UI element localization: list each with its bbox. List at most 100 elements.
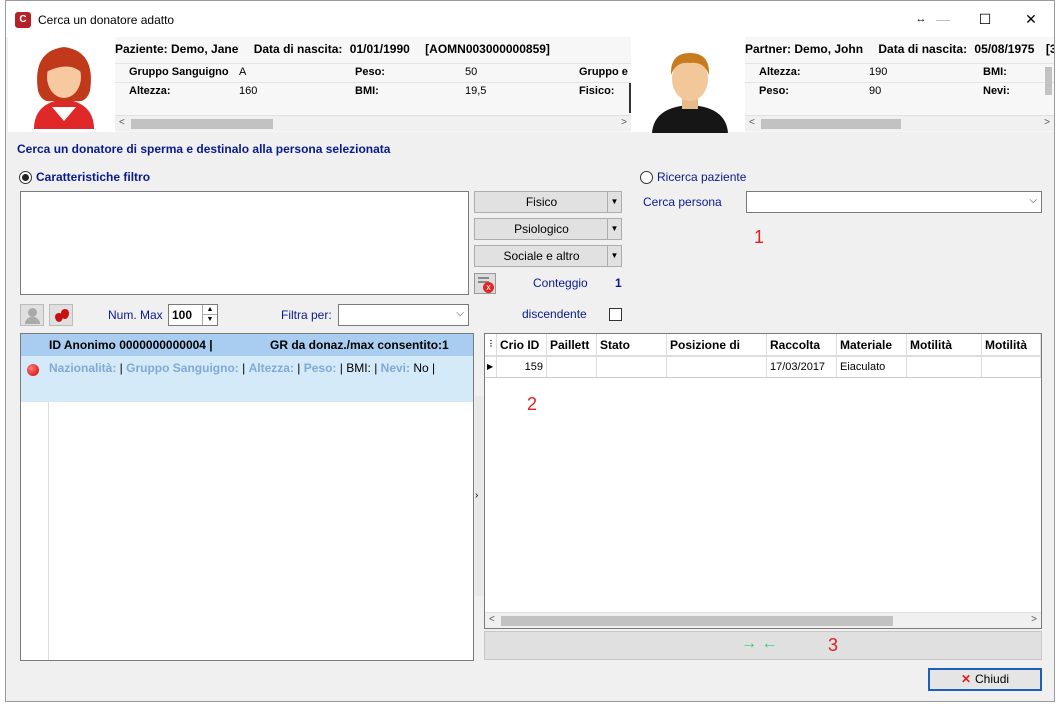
patient-value: 160 <box>239 85 258 97</box>
table-row[interactable]: ▶ 159 17/03/2017 Eiaculato <box>485 356 1041 378</box>
scroll-left-icon[interactable]: < <box>489 614 495 625</box>
donor-row-header[interactable]: ID Anonimo 0000000000004 | GR da donaz./… <box>21 334 473 356</box>
column-header[interactable]: Motilità <box>907 334 982 356</box>
filtra-per-label: Filtra per: <box>281 308 332 322</box>
marker-1: 1 <box>754 227 765 247</box>
stepper-down-icon[interactable]: ▼ <box>202 315 217 325</box>
chevron-down-icon[interactable]: ⌵ <box>1029 195 1037 206</box>
samples-hscrollbar[interactable]: < > <box>485 612 1041 628</box>
num-max-value[interactable]: 100 <box>172 308 192 322</box>
table-cell[interactable] <box>547 356 597 377</box>
column-header[interactable]: Paillett <box>547 334 597 356</box>
scroll-left-icon[interactable]: < <box>119 117 125 128</box>
column-header[interactable]: Stato <box>597 334 667 356</box>
dropdown-arrow-icon[interactable]: ▼ <box>607 219 621 239</box>
column-chooser-icon[interactable]: ⋮ <box>485 334 497 356</box>
scroll-right-icon[interactable]: > <box>1044 117 1050 128</box>
patient-vscroll-thumb[interactable] <box>629 83 631 113</box>
splitter-arrow-icon[interactable]: › <box>475 490 478 501</box>
num-max-stepper[interactable]: 100 ▲ ▼ <box>168 304 218 326</box>
cerca-persona-combo[interactable]: ⌵ <box>746 191 1042 213</box>
dropdown-arrow-icon[interactable]: ▼ <box>607 246 621 266</box>
transfer-arrows-icon[interactable]: → ← <box>741 635 777 653</box>
search-patient-radio[interactable] <box>640 171 653 184</box>
patient-dob: 01/01/1990 <box>349 42 410 56</box>
fisico-label: Fisico <box>525 195 558 209</box>
male-avatar-icon <box>652 53 728 133</box>
partner-dob-label: Data di nascita: <box>878 42 968 56</box>
samples-grid: ⋮ Crio ID Paillett Stato Posizione di Ra… <box>484 333 1042 629</box>
table-cell[interactable]: 17/03/2017 <box>767 356 837 377</box>
filter-radio[interactable] <box>19 171 32 184</box>
donor-row-gutter <box>21 402 49 660</box>
conteggio-label: Conteggio <box>533 276 588 290</box>
marker-2: 2 <box>527 394 538 414</box>
psiologico-dropdown[interactable]: Psiologico ▼ <box>474 218 622 240</box>
sociale-label: Sociale e altro <box>503 249 580 263</box>
scroll-thumb[interactable] <box>131 119 273 129</box>
partner-code: [3 <box>1045 42 1054 56</box>
partner-vscroll-thumb[interactable] <box>1045 67 1052 95</box>
minimize-button[interactable]: — <box>928 9 958 29</box>
app-icon: C <box>15 12 31 28</box>
column-header[interactable]: Posizione di <box>667 334 767 356</box>
maximize-button[interactable]: ☐ <box>970 9 1000 29</box>
patient-key: Gruppo Sanguigno <box>129 66 229 78</box>
scroll-left-icon[interactable]: < <box>749 117 755 128</box>
column-header[interactable]: Motilità <box>982 334 1041 356</box>
scroll-thumb[interactable] <box>761 119 901 129</box>
table-cell[interactable]: Eiaculato <box>837 356 907 377</box>
person-icon[interactable] <box>20 304 44 326</box>
patient-value: 50 <box>465 66 478 78</box>
filter-radio-label[interactable]: Caratteristiche filtro <box>36 170 150 184</box>
female-avatar-icon <box>34 47 94 129</box>
donor-row-detail[interactable]: Nazionalità: | Gruppo Sanguigno: | Altez… <box>21 356 473 402</box>
fisico-dropdown[interactable]: Fisico ▼ <box>474 191 622 213</box>
title-bar: C Cerca un donatore adatto ↔ — ☐ ✕ <box>6 1 1054 37</box>
table-cell[interactable] <box>982 356 1041 377</box>
partner-hscrollbar[interactable]: < > <box>745 115 1054 131</box>
table-cell[interactable] <box>907 356 982 377</box>
transfer-bar[interactable]: → ← 3 <box>484 631 1042 660</box>
conteggio-value: 1 <box>615 276 622 290</box>
chevron-down-icon[interactable]: ⌵ <box>456 308 464 319</box>
table-cell[interactable]: 159 <box>497 356 547 377</box>
partner-row-2: Peso: 90 Nevi: <box>745 82 1054 101</box>
partner-value: 190 <box>869 66 888 78</box>
row-selector-icon[interactable]: ▶ <box>485 356 497 377</box>
scroll-right-icon[interactable]: > <box>621 117 627 128</box>
partner-name: Partner: Demo, John <box>745 42 864 56</box>
partner-key: Nevi: <box>983 85 1010 97</box>
donor-list: ID Anonimo 0000000000004 | GR da donaz./… <box>20 333 474 661</box>
column-header[interactable]: Materiale <box>837 334 907 356</box>
filter-textarea[interactable] <box>20 191 469 295</box>
sociale-dropdown[interactable]: Sociale e altro ▼ <box>474 245 622 267</box>
stepper-up-icon[interactable]: ▲ <box>202 305 217 315</box>
column-header[interactable]: Raccolta <box>767 334 837 356</box>
status-indicator-icon <box>27 364 39 376</box>
table-cell[interactable] <box>597 356 667 377</box>
patient-row-2: Altezza: 160 BMI: 19,5 Fisico: <box>115 82 631 101</box>
blood-drop-icon[interactable] <box>49 304 73 326</box>
dropdown-arrow-icon[interactable]: ▼ <box>607 192 621 212</box>
patient-name: Paziente: Demo, Jane <box>115 42 239 56</box>
patient-key: Fisico: <box>579 85 615 97</box>
scroll-thumb[interactable] <box>501 616 893 626</box>
scroll-right-icon[interactable]: > <box>1031 614 1037 625</box>
column-header[interactable]: Crio ID <box>497 334 547 356</box>
psiologico-label: Psiologico <box>514 222 569 236</box>
table-cell[interactable] <box>667 356 767 377</box>
patient-partner-header: Paziente: Demo, Jane Data di nascita: 01… <box>8 37 1054 133</box>
patient-hscrollbar[interactable]: < > <box>115 115 631 131</box>
close-window-button[interactable]: ✕ <box>1016 9 1046 29</box>
splitter-handle[interactable]: › <box>475 396 483 596</box>
chiudi-button[interactable]: ✕ Chiudi <box>928 668 1042 691</box>
donor-detail-text: Nazionalità: | Gruppo Sanguigno: | Altez… <box>49 361 436 375</box>
filtra-per-combo[interactable]: ⌵ <box>338 304 469 326</box>
clear-filter-icon[interactable]: x <box>474 273 496 294</box>
patient-value: A <box>239 66 247 78</box>
search-patient-radio-label[interactable]: Ricerca paziente <box>657 170 746 184</box>
discendente-checkbox[interactable] <box>609 308 622 321</box>
discendente-label: discendente <box>522 307 587 321</box>
cerca-persona-label: Cerca persona <box>643 195 722 209</box>
